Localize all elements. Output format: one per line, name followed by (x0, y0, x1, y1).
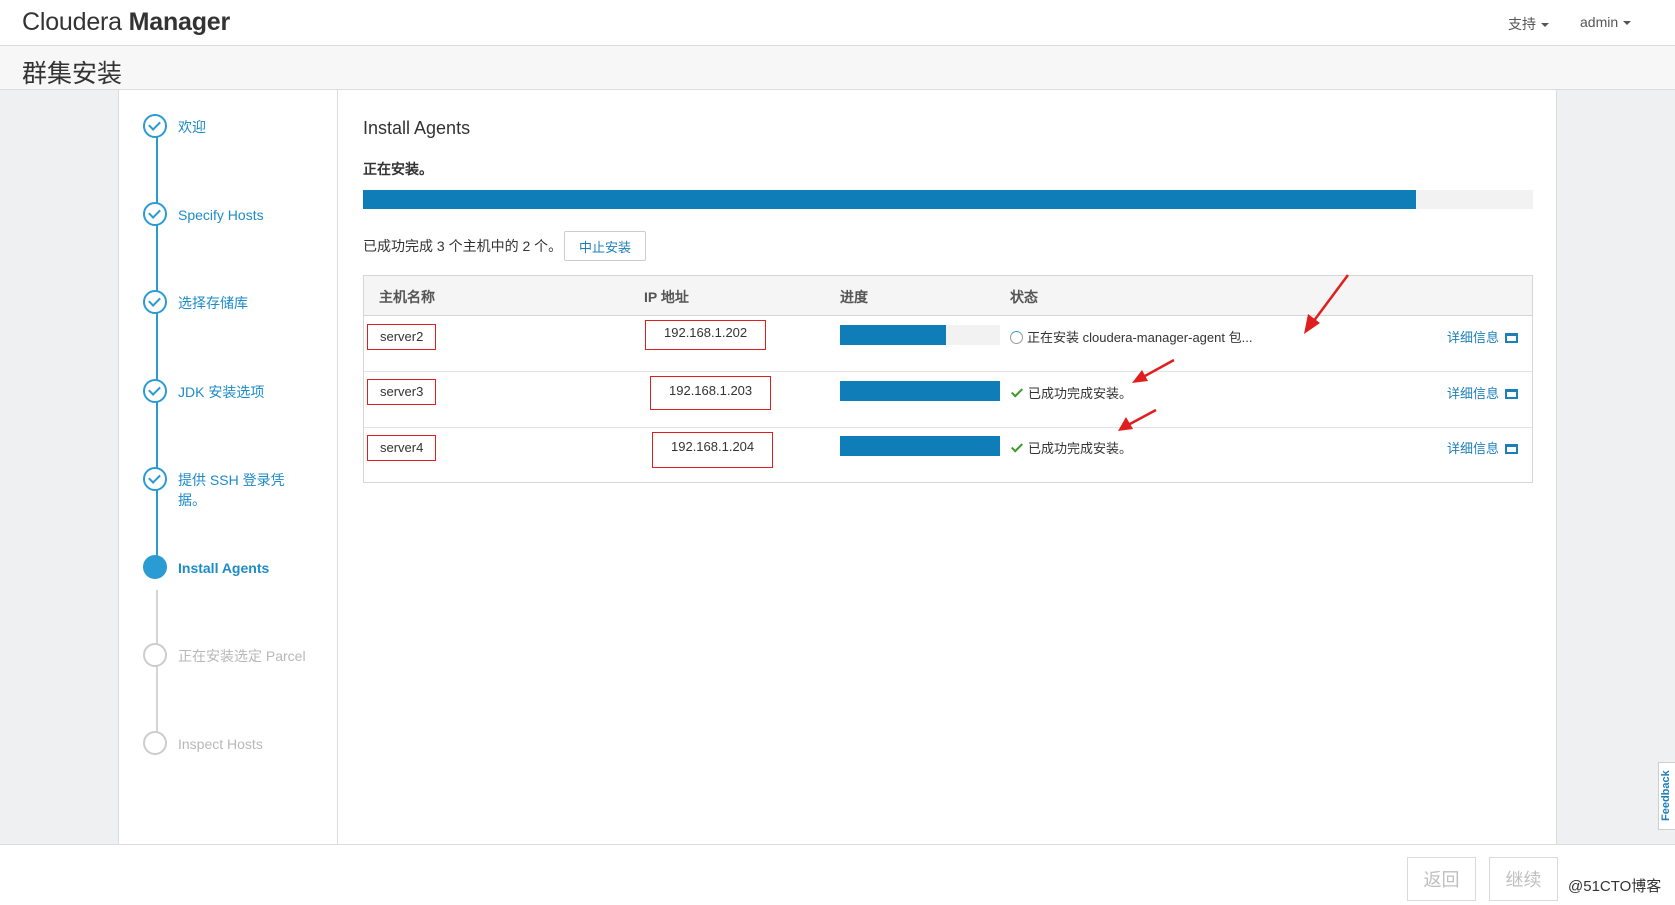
host-ip: 192.168.1.204 (652, 432, 774, 468)
current-step-icon (143, 555, 167, 579)
wizard-footer: 返回 继续 @51CTO博客 (0, 844, 1675, 905)
wizard-step-label: Install Agents (178, 560, 270, 576)
continue-button[interactable]: 继续 (1489, 857, 1558, 901)
column-header-ip: IP 地址 (644, 289, 689, 305)
details-link-label: 详细信息 (1447, 441, 1500, 456)
steps-connector-line-pending (156, 590, 158, 750)
details-link[interactable]: 详细信息 (1447, 327, 1519, 346)
annotation-arrow-icon (1118, 408, 1157, 431)
overall-progress-fill (363, 190, 1416, 209)
wizard-step-label: JDK 安装选项 (178, 384, 265, 400)
column-header-progress: 进度 (840, 289, 868, 305)
logo-text-bold: Manager (128, 8, 231, 36)
check-circle-icon (143, 290, 167, 314)
host-progress-bar (840, 325, 1000, 345)
column-header-host: 主机名称 (379, 289, 435, 305)
page-header: 群集安装 (0, 46, 1675, 90)
section-title: Install Agents (363, 118, 471, 138)
page-title: 群集安装 (22, 60, 123, 88)
pending-step-icon (143, 731, 167, 755)
support-menu[interactable]: 支持 (1508, 14, 1549, 34)
annotation-arrow-icon (1304, 274, 1350, 334)
user-menu-label: admin (1580, 14, 1619, 30)
column-header-status: 状态 (1010, 289, 1038, 305)
host-progress-fill (840, 325, 946, 345)
user-menu[interactable]: admin (1580, 14, 1632, 30)
main-content: Install Agents 正在安装。 已成功完成 3 个主机中的 2 个。 … (338, 90, 1557, 844)
feedback-tab[interactable]: Feedback (1658, 762, 1675, 830)
success-check-icon (1010, 385, 1024, 398)
chevron-down-icon (1623, 21, 1632, 26)
back-button[interactable]: 返回 (1407, 857, 1476, 901)
watermark-text: @51CTO博客 (1568, 878, 1662, 895)
host-ip: 192.168.1.202 (645, 320, 767, 350)
details-link[interactable]: 详细信息 (1447, 438, 1519, 457)
host-progress-bar (840, 381, 1000, 401)
host-progress-fill (840, 381, 1000, 401)
wizard-step-label: Specify Hosts (178, 207, 264, 223)
wizard-step-label: 提供 SSH 登录凭据。 (178, 472, 285, 508)
wizard-step-label: Inspect Hosts (178, 736, 263, 752)
check-circle-icon (143, 114, 167, 138)
chevron-down-icon (1541, 23, 1549, 28)
abort-install-button[interactable]: 中止安装 (564, 231, 646, 261)
wizard-step-label: 正在安装选定 Parcel (178, 648, 306, 664)
host-progress-fill (840, 436, 1000, 456)
host-name: server2 (367, 324, 437, 350)
popup-window-icon (1505, 389, 1519, 399)
check-circle-icon (143, 467, 167, 491)
logo-text-light: Cloudera (22, 8, 129, 36)
feedback-tab-label: Feedback (1660, 770, 1672, 821)
host-name: server4 (367, 435, 437, 461)
installing-label: 正在安装。 (363, 161, 433, 177)
popup-window-icon (1505, 444, 1519, 454)
wizard-steps-sidebar: 欢迎 Specify Hosts 选择存储库 JDK 安装选项 提供 SSH 登… (118, 90, 338, 844)
success-check-icon (1010, 440, 1024, 453)
details-link-label: 详细信息 (1447, 330, 1500, 345)
install-summary: 已成功完成 3 个主机中的 2 个。 (363, 238, 563, 254)
host-name: server3 (367, 379, 437, 405)
wizard-step-label: 欢迎 (178, 119, 206, 135)
wizard-step-label: 选择存储库 (178, 295, 248, 311)
support-menu-label: 支持 (1508, 16, 1536, 32)
details-link[interactable]: 详细信息 (1447, 383, 1519, 402)
popup-window-icon (1505, 333, 1519, 343)
host-ip: 192.168.1.203 (650, 376, 772, 410)
cloudera-manager-logo[interactable]: Cloudera Manager (22, 8, 230, 37)
spinner-icon (1010, 331, 1023, 344)
check-circle-icon (143, 379, 167, 403)
top-navbar: Cloudera Manager 支持 admin (0, 0, 1675, 46)
pending-step-icon (143, 643, 167, 667)
host-progress-bar (840, 436, 1000, 456)
steps-connector-line (156, 134, 158, 574)
details-link-label: 详细信息 (1447, 386, 1500, 401)
check-circle-icon (143, 202, 167, 226)
table-row: server4 192.168.1.204 已成功完成安装。 详细信息 (364, 428, 1532, 484)
overall-progress-bar (363, 190, 1533, 209)
